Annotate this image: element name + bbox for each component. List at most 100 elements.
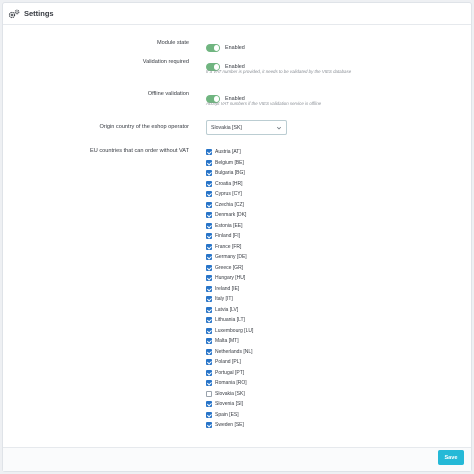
offline-validation-label: Offline validation	[147, 91, 189, 97]
checkbox-checked[interactable]	[206, 170, 212, 177]
country-checkbox-item[interactable]: Italy [IT]	[206, 294, 253, 305]
chevron-down-icon	[276, 126, 282, 130]
country-checkbox-item[interactable]: Ireland [IE]	[206, 284, 253, 295]
country-label: Belgium [BE]	[215, 159, 244, 166]
country-checkbox-item[interactable]: Netherlands [NL]	[206, 347, 253, 358]
offline-validation-help: Accept VAT numbers if the VIES validatio…	[206, 101, 322, 106]
country-label: Slovakia [SK]	[215, 390, 245, 397]
checkbox-checked[interactable]	[206, 317, 212, 324]
country-label: Bulgaria [BG]	[215, 170, 245, 177]
country-checkbox-item[interactable]: Finland [FI]	[206, 231, 253, 242]
checkbox-checked[interactable]	[206, 285, 212, 292]
checkbox-checked[interactable]	[206, 264, 212, 271]
checkbox-checked[interactable]	[206, 254, 212, 261]
checkbox-checked[interactable]	[206, 338, 212, 345]
country-checkbox-item[interactable]: Slovakia [SK]	[206, 389, 253, 400]
country-label: Hungary [HU]	[215, 275, 246, 282]
country-checkbox-item[interactable]: Portugal [PT]	[206, 368, 253, 379]
country-checkbox-item[interactable]: Malta [MT]	[206, 336, 253, 347]
country-label: Estonia [EE]	[215, 222, 243, 229]
country-label: Slovenia [SI]	[215, 401, 244, 408]
country-label: Cyprus [CY]	[215, 191, 242, 198]
checkbox-checked[interactable]	[206, 369, 212, 376]
country-checkbox-item[interactable]: Slovenia [SI]	[206, 399, 253, 410]
country-checkbox-item[interactable]: Luxembourg [LU]	[206, 326, 253, 337]
checkbox-checked[interactable]	[206, 327, 212, 334]
country-label: Poland [PL]	[215, 359, 241, 366]
country-checkbox-item[interactable]: Romania [RO]	[206, 378, 253, 389]
country-checkbox-item[interactable]: Poland [PL]	[206, 357, 253, 368]
country-checkbox-item[interactable]: Spain [ES]	[206, 410, 253, 421]
country-checkbox-item[interactable]: France [FR]	[206, 242, 253, 253]
country-label: Netherlands [NL]	[215, 348, 253, 355]
checkbox-checked[interactable]	[206, 275, 212, 282]
panel-footer: Save	[3, 447, 471, 471]
panel-header: Settings	[3, 3, 471, 25]
checkbox-checked[interactable]	[206, 243, 212, 250]
checkbox-checked[interactable]	[206, 201, 212, 208]
module-state-toggle[interactable]	[206, 44, 220, 52]
checkbox-checked[interactable]	[206, 348, 212, 355]
eu-countries-list: Austria [AT] Belgium [BE] Bulgaria [BG] Cro…	[206, 147, 253, 431]
module-state-value: Enabled	[225, 44, 245, 51]
country-label: Denmark [DK]	[215, 212, 247, 219]
checkbox-checked[interactable]	[206, 191, 212, 198]
checkbox-checked[interactable]	[206, 180, 212, 187]
country-checkbox-item[interactable]: Greece [GR]	[206, 263, 253, 274]
module-state-field: Enabled	[206, 39, 245, 57]
country-checkbox-item[interactable]: Bulgaria [BG]	[206, 168, 253, 179]
checkbox-checked[interactable]	[206, 159, 212, 166]
eu-countries-label: EU countries that can order without VAT	[90, 148, 189, 154]
country-label: Croatia [HR]	[215, 180, 243, 187]
country-checkbox-item[interactable]: Latvia [LV]	[206, 305, 253, 316]
country-label: Austria [AT]	[215, 149, 241, 156]
checkbox-unchecked[interactable]	[206, 390, 212, 397]
checkbox-checked[interactable]	[206, 233, 212, 240]
country-label: Ireland [IE]	[215, 285, 240, 292]
country-label: Czechia [CZ]	[215, 201, 244, 208]
country-label: Italy [IT]	[215, 296, 233, 303]
country-label: Malta [MT]	[215, 338, 239, 345]
country-checkbox-item[interactable]: Denmark [DK]	[206, 210, 253, 221]
validation-required-label: Validation required	[142, 59, 189, 65]
origin-country-value: Slovakia [SK]	[211, 124, 242, 131]
country-checkbox-item[interactable]: Lithuania [LT]	[206, 315, 253, 326]
gears-icon	[8, 9, 20, 18]
checkbox-checked[interactable]	[206, 296, 212, 303]
checkbox-checked[interactable]	[206, 380, 212, 387]
country-checkbox-item[interactable]: Germany [DE]	[206, 252, 253, 263]
panel-title: Settings	[24, 9, 54, 18]
country-label: Finland [FI]	[215, 233, 241, 240]
country-label: Romania [RO]	[215, 380, 247, 387]
checkbox-checked[interactable]	[206, 411, 212, 418]
checkbox-checked[interactable]	[206, 212, 212, 219]
country-checkbox-item[interactable]: Sweden [SE]	[206, 420, 253, 431]
country-label: Greece [GR]	[215, 264, 244, 271]
checkbox-checked[interactable]	[206, 149, 212, 156]
country-checkbox-item[interactable]: Estonia [EE]	[206, 221, 253, 232]
country-label: Latvia [LV]	[215, 306, 239, 313]
country-checkbox-item[interactable]: Cyprus [CY]	[206, 189, 253, 200]
origin-country-label: Origin country of the eshop operator	[99, 124, 189, 130]
checkbox-checked[interactable]	[206, 359, 212, 366]
country-checkbox-item[interactable]: Croatia [HR]	[206, 179, 253, 190]
validation-required-help: If a VAT number is provided, it needs to…	[206, 69, 352, 74]
country-checkbox-item[interactable]: Czechia [CZ]	[206, 200, 253, 211]
country-label: France [FR]	[215, 243, 242, 250]
save-button[interactable]: Save	[438, 450, 464, 465]
country-checkbox-item[interactable]: Austria [AT]	[206, 147, 253, 158]
settings-panel: Settings Module state Enabled Validation…	[2, 2, 472, 472]
checkbox-checked[interactable]	[206, 222, 212, 229]
country-label: Sweden [SE]	[215, 422, 244, 429]
checkbox-checked[interactable]	[206, 422, 212, 429]
checkbox-checked[interactable]	[206, 306, 212, 313]
country-label: Spain [ES]	[215, 411, 239, 418]
origin-country-select[interactable]: Slovakia [SK]	[206, 120, 287, 135]
country-checkbox-item[interactable]: Hungary [HU]	[206, 273, 253, 284]
country-label: Lithuania [LT]	[215, 317, 245, 324]
country-label: Luxembourg [LU]	[215, 327, 254, 334]
country-label: Portugal [PT]	[215, 369, 245, 376]
country-label: Germany [DE]	[215, 254, 247, 261]
checkbox-checked[interactable]	[206, 401, 212, 408]
country-checkbox-item[interactable]: Belgium [BE]	[206, 158, 253, 169]
